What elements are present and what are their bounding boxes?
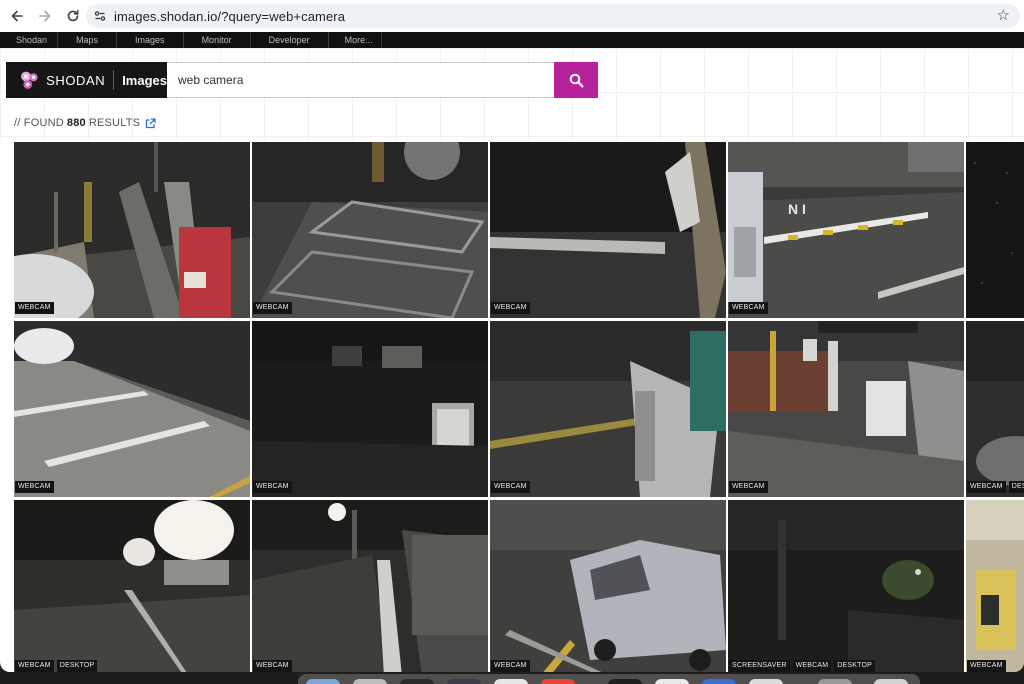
dock-app-icon[interactable] (306, 679, 340, 684)
result-thumbnail[interactable]: WEBCAM (728, 321, 964, 497)
camera-snapshot-dark-garden (728, 500, 964, 672)
camera-snapshot-van (490, 500, 726, 672)
results-prefix: // FOUND (14, 117, 64, 129)
camera-snapshot-ticket-machine (490, 321, 726, 497)
camera-snapshot-alley (728, 321, 964, 497)
search-input[interactable] (167, 62, 555, 98)
external-link-icon[interactable] (145, 117, 156, 129)
results-suffix: RESULTS (88, 117, 141, 129)
result-thumbnail[interactable]: SCREENSAVER WEBCAM DESKTOP (728, 500, 964, 672)
camera-snapshot-street-edge (966, 321, 1024, 497)
tag-badge: WEBCAM (967, 660, 1006, 672)
camera-snapshot-signboard (966, 500, 1024, 672)
results-count: 880 (66, 117, 86, 129)
svg-text:N I: N I (788, 201, 806, 217)
url-text[interactable]: images.shodan.io/?query=web+camera (114, 9, 345, 24)
back-button[interactable] (4, 3, 30, 29)
site-settings-icon[interactable] (88, 4, 112, 28)
bookmark-star-icon[interactable]: ☆ (997, 6, 1010, 24)
results-summary: // FOUND 880 RESULTS (14, 117, 156, 129)
result-thumbnail[interactable]: WEBCAMDESKTOP (966, 321, 1024, 497)
dock-app-icon[interactable] (702, 679, 736, 684)
dock-app-icon[interactable] (874, 679, 908, 684)
brand-subtitle: Images (122, 72, 167, 88)
dock-app-icon[interactable] (818, 679, 852, 684)
reload-button[interactable] (60, 3, 86, 29)
search-button[interactable] (554, 62, 598, 98)
browser-window: images.shodan.io/?query=web+camera ☆ Sho… (0, 0, 1024, 672)
dock-app-icon[interactable] (608, 679, 642, 684)
tag-badge: DESKTOP (834, 660, 876, 672)
nav-link-monitor[interactable]: Monitor (184, 32, 251, 48)
camera-snapshot-floodlight-lot (14, 500, 250, 672)
camera-snapshot-empty-lot (252, 142, 488, 318)
shodan-nav-bar: Shodan Maps Images Monitor Developer Mor… (0, 32, 1024, 48)
tag-badge: WEBCAM (15, 302, 54, 314)
dock-app-icon[interactable] (447, 679, 481, 684)
camera-snapshot-parking-barrier: N I (728, 142, 964, 318)
camera-snapshot-parking-lines (14, 321, 250, 497)
result-thumbnail[interactable]: WEBCAMDESKTOP (14, 500, 250, 672)
camera-snapshot-parking-gate (14, 142, 250, 318)
tag-badge: WEBCAM (253, 660, 292, 672)
dock (298, 674, 920, 684)
tag-badge: WEBCAM (967, 481, 1006, 493)
tag-badge: WEBCAM (491, 302, 530, 314)
dock-app-icon[interactable] (353, 679, 387, 684)
nav-link-images[interactable]: Images (117, 32, 184, 48)
camera-snapshot-dark-road (490, 142, 726, 318)
result-thumbnail[interactable]: WEBCAM (490, 142, 726, 318)
result-thumbnail[interactable] (966, 142, 1024, 318)
camera-snapshot-lamp-street (252, 500, 488, 672)
browser-toolbar: images.shodan.io/?query=web+camera ☆ (0, 0, 1024, 32)
dock-app-icon[interactable] (749, 679, 783, 684)
tag-badge: DESKTOP (1008, 481, 1024, 493)
brand-divider (113, 70, 115, 90)
tag-badge: WEBCAM (15, 660, 54, 672)
dock-app-icon[interactable] (494, 679, 528, 684)
nav-link-shodan[interactable]: Shodan (3, 32, 59, 48)
nav-link-maps[interactable]: Maps (58, 32, 118, 48)
camera-snapshot-noise (966, 142, 1024, 318)
tag-badge: WEBCAM (729, 302, 768, 314)
address-bar[interactable]: images.shodan.io/?query=web+camera ☆ (86, 4, 1020, 28)
tag-badge: WEBCAM (253, 481, 292, 493)
result-thumbnail[interactable]: WEBCAM (14, 321, 250, 497)
tag-badge: WEBCAM (792, 660, 832, 672)
dock-app-icon[interactable] (541, 679, 575, 684)
tag-badge: WEBCAM (491, 481, 530, 493)
arrow-right-icon (39, 10, 51, 22)
shodan-images-logo[interactable]: SHODAN Images (6, 62, 167, 98)
result-thumbnail[interactable]: WEBCAM (490, 321, 726, 497)
result-thumbnail[interactable]: WEBCAM (252, 500, 488, 672)
shodan-logo-icon (21, 71, 38, 89)
tag-badge: DESKTOP (56, 660, 98, 672)
tag-badge: WEBCAM (253, 302, 292, 314)
tag-badge: SCREENSAVER (729, 660, 790, 672)
nav-link-more[interactable]: More... (329, 32, 382, 48)
result-thumbnail[interactable]: N I WEBCAM (728, 142, 964, 318)
search-icon (569, 73, 583, 87)
result-thumbnail[interactable]: WEBCAM (14, 142, 250, 318)
arrow-left-icon (11, 10, 23, 22)
brand-name: SHODAN (46, 72, 106, 88)
search-header: SHODAN Images // FOUND 880 RESULTS (0, 48, 1024, 140)
result-thumbnail[interactable]: WEBCAM (252, 142, 488, 318)
dock-app-icon[interactable] (655, 679, 689, 684)
tag-badge: WEBCAM (729, 481, 768, 493)
result-thumbnail[interactable]: WEBCAM (490, 500, 726, 672)
reload-icon (67, 10, 79, 22)
result-thumbnail[interactable]: WEBCAM (252, 321, 488, 497)
forward-button[interactable] (32, 3, 58, 29)
camera-snapshot-night-lot (252, 321, 488, 497)
dock-app-icon[interactable] (400, 679, 434, 684)
nav-link-developer[interactable]: Developer (251, 32, 329, 48)
result-thumbnail[interactable]: WEBCAM (966, 500, 1024, 672)
image-results-grid: WEBCAM WEBCAM WEBCAM N I WEBCAM WEBCAM W… (14, 142, 1024, 672)
tag-badge: WEBCAM (15, 481, 54, 493)
tag-badge: WEBCAM (491, 660, 530, 672)
